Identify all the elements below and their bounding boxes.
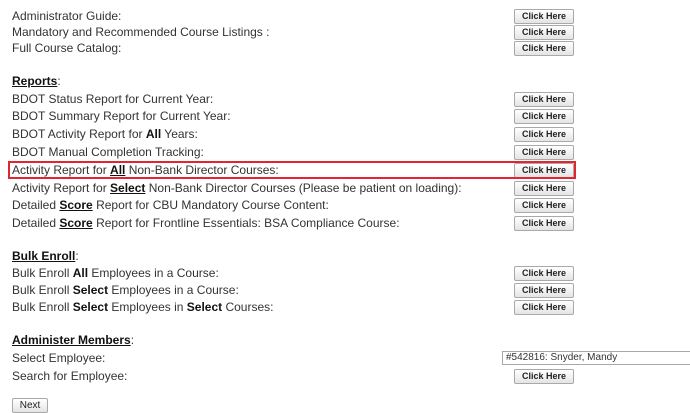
guide-row-mandatory: Mandatory and Recommended Course Listing… — [12, 24, 684, 40]
next-button[interactable]: Next — [12, 398, 48, 413]
guide-label: Full Course Catalog: — [12, 41, 122, 55]
report-label: Activity Report for Select Non-Bank Dire… — [12, 181, 462, 195]
report-row: Activity Report for Select Non-Bank Dire… — [12, 180, 684, 196]
course-listings-button[interactable]: Click Here — [514, 25, 574, 40]
report-row: BDOT Manual Completion Tracking: Click H… — [12, 144, 684, 160]
bdot-manual-tracking-button[interactable]: Click Here — [514, 145, 574, 160]
bulk-enroll-heading-text: Bulk Enroll — [12, 249, 76, 263]
highlight-box — [8, 161, 576, 179]
reports-heading-text: Reports — [12, 74, 58, 88]
report-row: Detailed Score Report for Frontline Esse… — [12, 215, 684, 231]
guide-row-administrator: Administrator Guide: Click Here — [12, 8, 684, 24]
bulk-enroll-label: Bulk Enroll Select Employees in Select C… — [12, 300, 274, 314]
select-employee-field[interactable]: #542816: Snyder, Mandy — [502, 351, 690, 365]
report-label: BDOT Status Report for Current Year: — [12, 92, 214, 106]
administrator-guide-button[interactable]: Click Here — [514, 9, 574, 24]
guide-label: Administrator Guide: — [12, 9, 122, 23]
search-employee-button[interactable]: Click Here — [514, 369, 574, 384]
search-employee-label: Search for Employee: — [12, 369, 128, 383]
administer-members-heading-text: Administer Members — [12, 333, 131, 347]
bulk-enroll-select-button[interactable]: Click Here — [514, 283, 574, 298]
report-label: BDOT Summary Report for Current Year: — [12, 109, 231, 123]
bulk-enroll-row: Bulk Enroll Select Employees in Select C… — [12, 299, 684, 315]
bdot-summary-report-button[interactable]: Click Here — [514, 109, 574, 124]
activity-report-select-button[interactable]: Click Here — [514, 181, 574, 196]
bulk-enroll-all-button[interactable]: Click Here — [514, 266, 574, 281]
bulk-enroll-select-courses-button[interactable]: Click Here — [514, 300, 574, 315]
bdot-activity-report-button[interactable]: Click Here — [514, 127, 574, 142]
guide-row-catalog: Full Course Catalog: Click Here — [12, 40, 684, 56]
bulk-enroll-label: Bulk Enroll All Employees in a Course: — [12, 266, 219, 280]
report-row: Detailed Score Report for CBU Mandatory … — [12, 197, 684, 213]
report-row: BDOT Status Report for Current Year: Cli… — [12, 91, 684, 107]
score-report-frontline-button[interactable]: Click Here — [514, 216, 574, 231]
report-label: Detailed Score Report for Frontline Esse… — [12, 216, 400, 230]
reports-heading: Reports: — [12, 74, 61, 88]
administer-members-heading: Administer Members: — [12, 333, 135, 347]
score-report-cbu-button[interactable]: Click Here — [514, 198, 574, 213]
report-label: BDOT Activity Report for All Years: — [12, 127, 198, 141]
guide-label: Mandatory and Recommended Course Listing… — [12, 25, 270, 39]
report-label: BDOT Manual Completion Tracking: — [12, 145, 204, 159]
bdot-status-report-button[interactable]: Click Here — [514, 92, 574, 107]
bulk-enroll-row: Bulk Enroll All Employees in a Course: C… — [12, 265, 684, 281]
bulk-enroll-label: Bulk Enroll Select Employees in a Course… — [12, 283, 239, 297]
report-label: Detailed Score Report for CBU Mandatory … — [12, 198, 329, 212]
report-row: BDOT Summary Report for Current Year: Cl… — [12, 108, 684, 124]
course-catalog-button[interactable]: Click Here — [514, 41, 574, 56]
bulk-enroll-row: Bulk Enroll Select Employees in a Course… — [12, 282, 684, 298]
report-row: BDOT Activity Report for All Years: Clic… — [12, 126, 684, 142]
bulk-enroll-heading: Bulk Enroll: — [12, 249, 79, 263]
search-employee-row: Search for Employee: Click Here — [12, 368, 684, 384]
select-employee-label: Select Employee: — [12, 351, 106, 365]
